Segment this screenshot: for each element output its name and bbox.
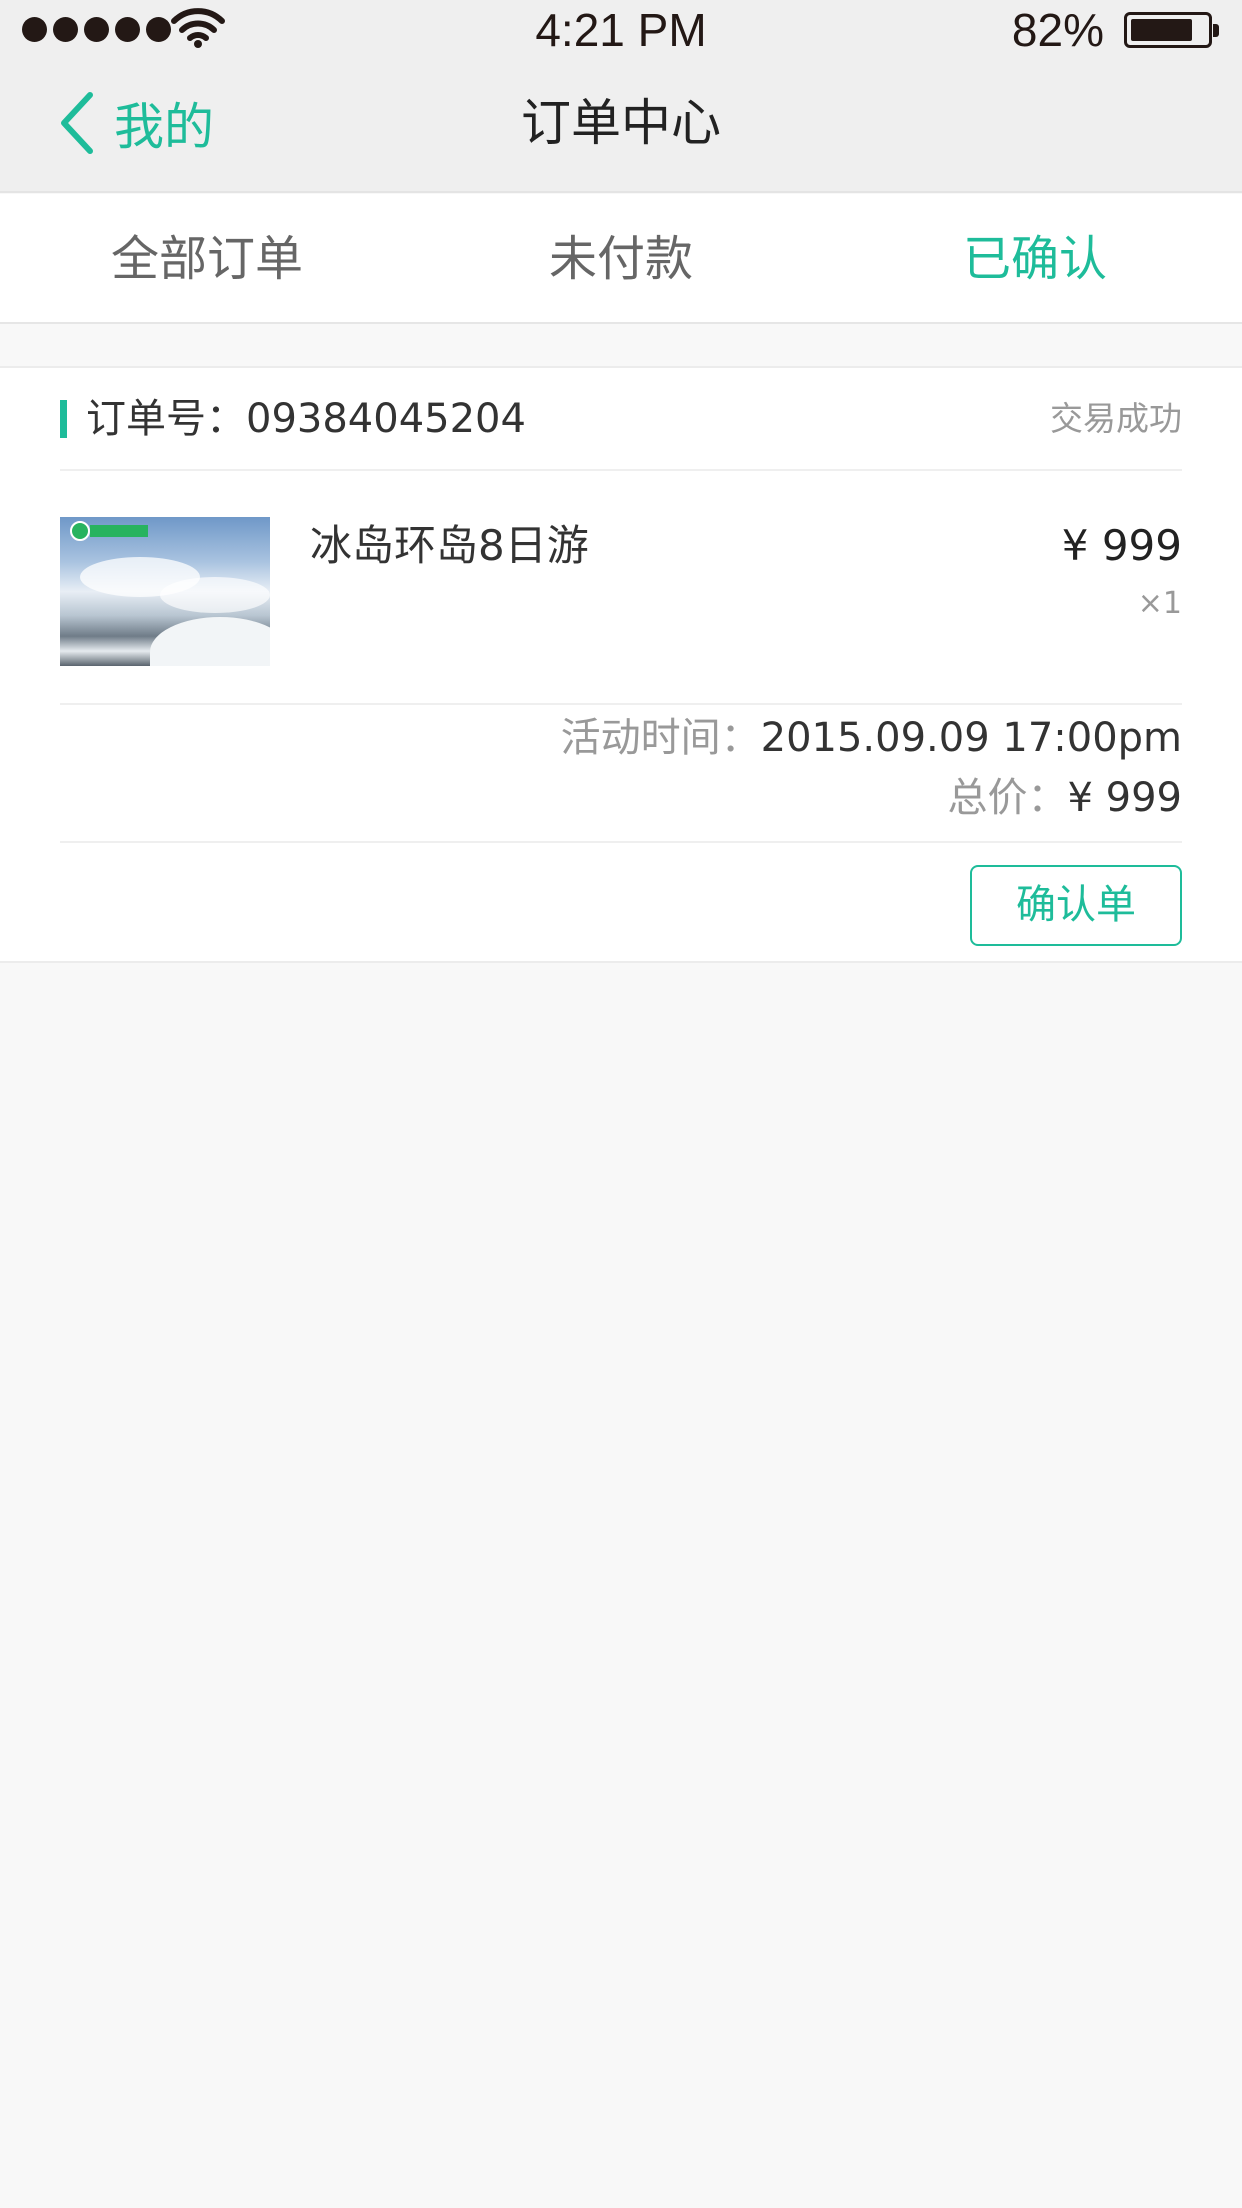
activity-time-value: 2015.09.09 17:00pm: [760, 715, 1182, 761]
confirm-order-button[interactable]: 确认单: [970, 865, 1182, 946]
tab-confirmed[interactable]: 已确认: [828, 194, 1242, 322]
product-name: 冰岛环岛8日游: [310, 521, 589, 570]
activity-time-label: 活动时间：: [560, 715, 761, 761]
header: 4:21 PM 82% 我的 订单中心: [0, 0, 1242, 193]
activity-time: 活动时间：2015.09.09 17:00pm: [561, 711, 1182, 765]
battery-percentage: 82%: [1011, 4, 1104, 56]
order-header: 订单号：09384045204 交易成功: [60, 368, 1182, 471]
product-quantity: ×1: [1137, 586, 1182, 621]
order-card[interactable]: 订单号：09384045204 交易成功 冰岛环岛8日游 ¥ 999 ×1 活动…: [0, 366, 1242, 963]
order-center-screen: 4:21 PM 82% 我的 订单中心 全部订单 未付款 已确认 订单号：093…: [0, 0, 1242, 2208]
order-tabs: 全部订单 未付款 已确认: [0, 194, 1242, 324]
order-number: 订单号：09384045204: [86, 394, 526, 444]
total-price: 总价：¥ 999: [947, 771, 1182, 825]
total-price-label: 总价：: [947, 775, 1068, 821]
battery-icon: [1124, 12, 1219, 48]
accent-bar: [60, 400, 67, 438]
navigation-bar: 我的 订单中心: [0, 60, 1242, 193]
order-number-value: 09384045204: [246, 396, 526, 442]
page-title: 订单中心: [521, 94, 721, 152]
tab-unpaid[interactable]: 未付款: [414, 194, 828, 322]
total-price-value: ¥ 999: [1067, 775, 1182, 821]
tab-all-orders[interactable]: 全部订单: [0, 194, 414, 322]
product-thumbnail: [60, 517, 270, 666]
order-status: 交易成功: [1050, 399, 1182, 438]
status-bar: 4:21 PM 82%: [0, 0, 1242, 60]
order-number-label: 订单号：: [86, 396, 246, 442]
product-row[interactable]: 冰岛环岛8日游 ¥ 999 ×1: [60, 473, 1182, 705]
product-price: ¥ 999: [1061, 521, 1182, 570]
order-summary: 活动时间：2015.09.09 17:00pm 总价：¥ 999: [60, 707, 1182, 843]
